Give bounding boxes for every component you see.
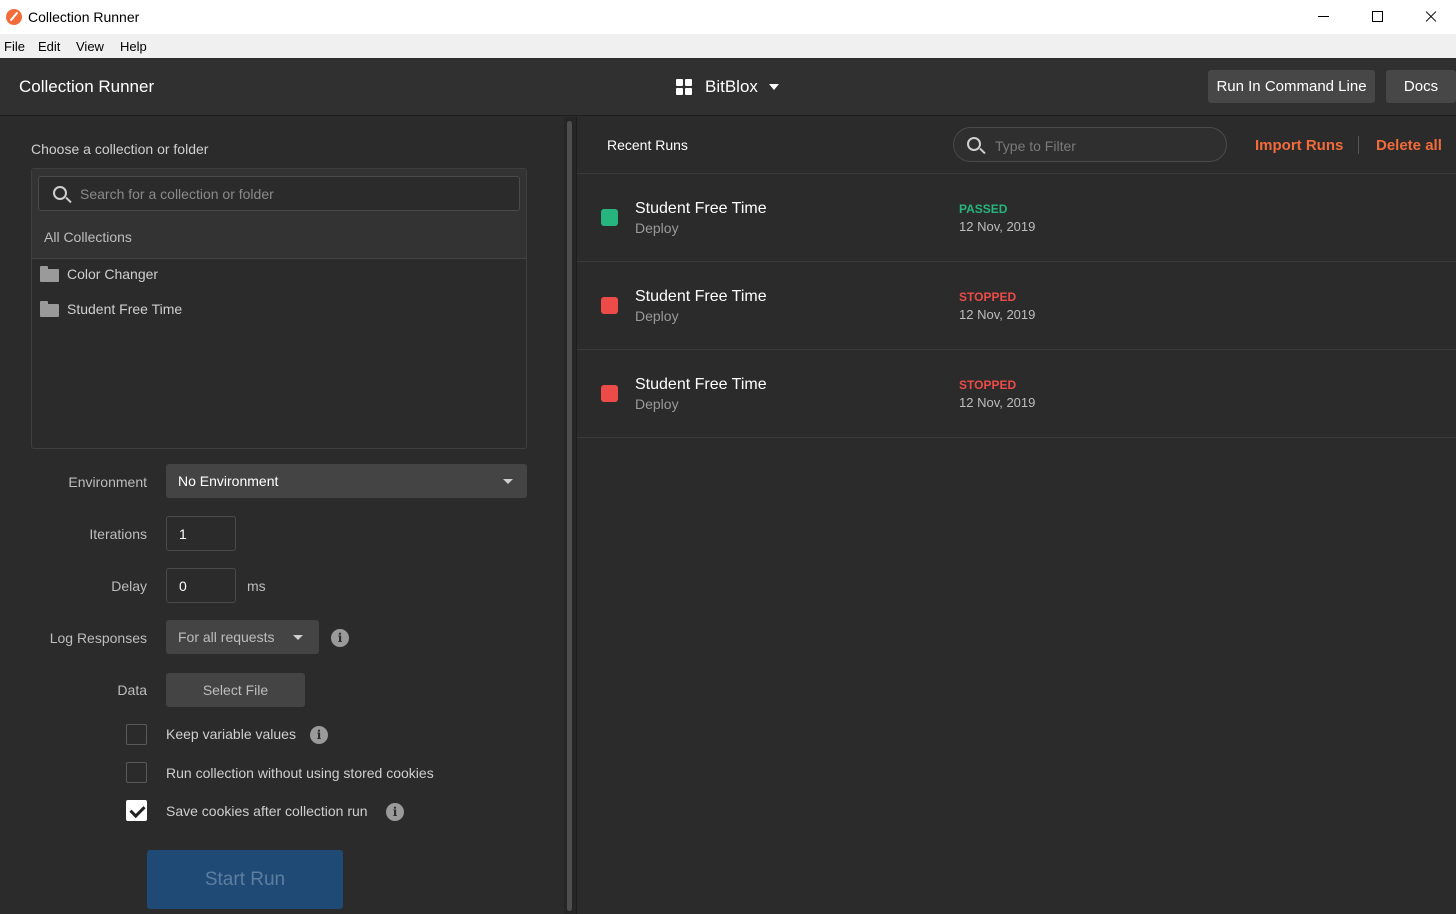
delete-all-link[interactable]: Delete all [1376,137,1442,154]
run-date: 12 Nov, 2019 [959,307,1036,322]
runs-filter-input[interactable] [995,136,1215,156]
info-icon[interactable]: i [331,629,349,647]
chevron-down-icon [293,635,303,640]
log-responses-label: Log Responses [49,630,147,646]
runs-filter[interactable] [953,127,1227,162]
run-status: STOPPED [959,290,1017,304]
run-date: 12 Nov, 2019 [959,395,1036,410]
left-panel-scrollbar[interactable] [564,117,576,914]
environment-select[interactable]: No Environment [166,464,527,498]
window-titlebar: Collection Runner [0,0,1456,34]
data-label: Data [117,682,147,698]
save-cookies-label: Save cookies after collection run [166,803,368,819]
run-row[interactable]: Student Free Time Deploy STOPPED 12 Nov,… [577,262,1456,350]
run-status: STOPPED [959,378,1017,392]
menu-bar: File Edit View Help [0,34,1456,58]
save-cookies-checkbox[interactable] [126,800,147,821]
run-collection-name: Student Free Time [635,288,767,305]
menu-help[interactable]: Help [120,39,147,54]
run-in-command-line-button[interactable]: Run In Command Line [1208,70,1375,103]
collection-search[interactable] [38,176,520,211]
log-responses-select[interactable]: For all requests [166,620,319,654]
choose-collection-label: Choose a collection or folder [31,141,209,157]
run-date: 12 Nov, 2019 [959,219,1036,234]
maximize-icon[interactable] [1350,0,1404,34]
run-collection-name: Student Free Time [635,376,767,393]
delay-unit: ms [247,578,266,594]
collection-item-label: Color Changer [67,266,159,282]
chevron-down-icon [503,479,513,484]
run-status: PASSED [959,202,1008,216]
menu-view[interactable]: View [76,39,104,54]
status-stopped-icon [601,297,618,314]
chevron-down-icon [769,84,779,90]
no-stored-cookies-label: Run collection without using stored cook… [166,765,434,781]
start-run-button[interactable]: Start Run [147,850,343,909]
collection-picker-header: All Collections [32,169,526,259]
folder-icon [40,266,59,282]
run-environment: Deploy [635,308,679,324]
window-title: Collection Runner [28,9,140,25]
minimize-icon[interactable] [1296,0,1350,34]
collection-item-label: Student Free Time [67,301,183,317]
log-responses-value: For all requests [178,629,275,645]
status-passed-icon [601,209,618,226]
collection-search-input[interactable] [80,184,500,204]
collection-picker: All Collections Color Changer Student Fr… [31,168,527,449]
run-environment: Deploy [635,396,679,412]
no-stored-cookies-checkbox[interactable] [126,762,147,783]
recent-runs-header: Recent Runs Import Runs Delete all [577,117,1456,174]
menu-edit[interactable]: Edit [38,39,60,54]
recent-runs-panel: Recent Runs Import Runs Delete all Stude… [576,117,1456,914]
recent-runs-title: Recent Runs [607,137,688,153]
run-environment: Deploy [635,220,679,236]
workspace-name: BitBlox [705,77,758,96]
run-row[interactable]: Student Free Time Deploy PASSED 12 Nov, … [577,174,1456,262]
collection-item[interactable]: Color Changer [40,264,510,286]
import-runs-link[interactable]: Import Runs [1255,137,1343,154]
keep-variable-values-label: Keep variable values [166,726,296,742]
delay-input[interactable] [166,568,236,603]
divider [1358,136,1359,154]
docs-button[interactable]: Docs [1386,70,1456,103]
select-file-button[interactable]: Select File [166,673,305,707]
search-icon [53,186,67,200]
run-row[interactable]: Student Free Time Deploy STOPPED 12 Nov,… [577,350,1456,438]
run-collection-name: Student Free Time [635,200,767,217]
all-collections-breadcrumb[interactable]: All Collections [44,229,132,245]
workspace-grid-icon [676,79,692,95]
scrollbar-thumb[interactable] [567,121,572,911]
folder-icon [40,301,59,317]
environment-value: No Environment [178,473,279,489]
app-header: Collection Runner BitBlox Run In Command… [0,58,1456,116]
delay-label: Delay [111,578,147,594]
iterations-input[interactable] [166,516,236,551]
keep-variable-values-checkbox[interactable] [126,724,147,745]
close-icon[interactable] [1404,0,1456,34]
collection-item[interactable]: Student Free Time [40,299,510,321]
environment-label: Environment [68,474,147,490]
page-title: Collection Runner [19,77,155,96]
status-stopped-icon [601,385,618,402]
runner-config-panel: Choose a collection or folder All Collec… [0,117,564,914]
info-icon[interactable]: i [386,803,404,821]
iterations-label: Iterations [89,526,147,542]
info-icon[interactable]: i [310,726,328,744]
search-icon [967,137,981,151]
postman-logo-icon [6,9,22,25]
menu-file[interactable]: File [4,39,25,54]
